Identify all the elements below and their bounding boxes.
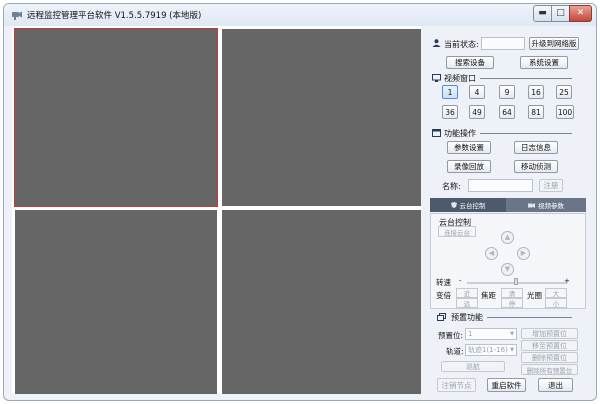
monitor-icon <box>432 74 441 82</box>
preset-title: 预置功能 <box>451 313 483 322</box>
goto-preset-button[interactable]: 移至预置位 <box>521 340 578 351</box>
video-pane-2[interactable] <box>222 29 421 206</box>
ptz-left-button[interactable]: ◀ <box>485 247 498 260</box>
ptz-right-button[interactable]: ▶ <box>517 247 530 260</box>
title-bar: 远程监控管理平台软件 V1.5.5.7919 (本地版) ▬ □ ✕ <box>4 4 596 26</box>
status-field <box>481 37 525 50</box>
shield-icon <box>450 202 457 208</box>
speed-minus: - <box>459 277 462 285</box>
grid-49-button[interactable]: 49 <box>469 105 485 119</box>
logout-node-button[interactable]: 注销节点 <box>437 378 476 392</box>
preset-select[interactable]: 1 ▼ <box>465 328 517 340</box>
maximize-button[interactable]: □ <box>551 5 570 22</box>
add-preset-button[interactable]: 增加预置位 <box>521 328 578 339</box>
grid-100-button[interactable]: 100 <box>556 105 574 119</box>
functions-title: 功能操作 <box>444 129 476 138</box>
exit-button[interactable]: 退出 <box>538 378 573 392</box>
window-title: 远程监控管理平台软件 V1.5.5.7919 (本地版) <box>27 11 202 21</box>
track-select[interactable]: 轨迹1(1-16) ▼ <box>465 344 517 356</box>
main-window: 远程监控管理平台软件 V1.5.5.7919 (本地版) ▬ □ ✕ 当前状态:… <box>3 3 597 401</box>
track-select-value: 轨迹1(1-16) <box>468 346 508 354</box>
chevron-down-icon: ▼ <box>510 331 514 337</box>
focus-clear-button[interactable]: 清 <box>501 288 523 298</box>
track-label: 轨道: <box>446 347 464 356</box>
divider <box>480 78 572 79</box>
ptz-down-button[interactable]: ▼ <box>501 263 514 276</box>
zoom-far-button[interactable]: 远 <box>456 298 478 308</box>
close-button[interactable]: ✕ <box>569 5 592 22</box>
camera-app-icon <box>12 11 22 20</box>
cruise-button[interactable]: 巡航 <box>441 361 505 372</box>
zoom-near-button[interactable]: 近 <box>456 288 478 298</box>
grid-64-button[interactable]: 64 <box>499 105 515 119</box>
close-icon: ✕ <box>576 8 585 18</box>
search-devices-button[interactable]: 搜索设备 <box>446 56 494 69</box>
minimize-icon: ▬ <box>538 8 547 18</box>
speed-label: 转速 <box>436 278 451 287</box>
grid-9-button[interactable]: 9 <box>499 85 515 99</box>
preset-label: 预置位: <box>438 331 464 340</box>
arrow-down-icon: ▼ <box>504 265 511 273</box>
restart-button[interactable]: 重启软件 <box>487 378 526 392</box>
name-label: 名称: <box>442 182 461 191</box>
zoom-label: 变倍 <box>436 291 451 300</box>
iris-big-button[interactable]: 大 <box>545 288 567 298</box>
tab-video-params[interactable]: 视频参数 <box>506 198 586 212</box>
speed-slider-thumb[interactable] <box>514 278 518 285</box>
grid-16-button[interactable]: 16 <box>528 85 544 99</box>
ptz-up-button[interactable]: ▲ <box>501 231 514 244</box>
tab-ptz-label: 云台控制 <box>459 202 486 210</box>
delete-preset-button[interactable]: 删除预置位 <box>521 352 578 363</box>
window-stack-icon <box>437 313 446 321</box>
maximize-icon: □ <box>556 8 565 18</box>
preset-select-value: 1 <box>468 330 473 338</box>
arrow-right-icon: ▶ <box>520 249 527 257</box>
upgrade-button[interactable]: 升级到网络版 <box>529 37 579 50</box>
video-camera-icon <box>528 202 535 208</box>
param-settings-button[interactable]: 参数设置 <box>447 141 491 154</box>
motion-detect-button[interactable]: 移动侦测 <box>514 160 558 173</box>
iris-label: 光圈 <box>527 291 542 300</box>
tab-bar: 云台控制 视频参数 <box>430 198 586 212</box>
connect-ptz-button[interactable]: 连接云台 <box>438 226 476 237</box>
grid-36-button[interactable]: 36 <box>442 105 458 119</box>
divider <box>480 133 572 134</box>
system-settings-button[interactable]: 系统设置 <box>520 56 568 69</box>
speed-plus: + <box>564 277 570 285</box>
video-pane-3[interactable] <box>15 210 217 394</box>
video-window-title: 视频窗口 <box>444 74 476 83</box>
delete-all-presets-button[interactable]: 删除所有预置位 <box>521 364 578 375</box>
name-input[interactable] <box>468 179 533 192</box>
minimize-button[interactable]: ▬ <box>533 5 552 22</box>
window-icon <box>432 129 441 137</box>
playback-button[interactable]: 录像回放 <box>447 160 491 173</box>
divider <box>487 317 572 318</box>
arrow-up-icon: ▲ <box>504 233 511 241</box>
ptz-control-panel: 云台控制 连接云台 ▲ ◀ ▶ ▼ 转速 - + 变倍 近 远 焦距 清 停 光… <box>430 213 586 309</box>
arrow-left-icon: ◀ <box>488 249 495 257</box>
chevron-down-icon: ▼ <box>510 347 514 353</box>
user-icon <box>432 39 441 47</box>
video-pane-4[interactable] <box>222 210 421 394</box>
log-info-button[interactable]: 日志信息 <box>514 141 558 154</box>
grid-25-button[interactable]: 25 <box>556 85 572 99</box>
control-panel: 当前状态: 升级到网络版 搜索设备 系统设置 视频窗口 1 4 9 16 25 … <box>428 26 592 398</box>
tab-video-params-label: 视频参数 <box>538 202 564 210</box>
register-button[interactable]: 注册 <box>539 179 563 192</box>
tab-ptz-control[interactable]: 云台控制 <box>430 198 506 212</box>
status-label: 当前状态: <box>444 40 479 49</box>
grid-1-button[interactable]: 1 <box>442 85 458 99</box>
focus-label: 焦距 <box>481 291 496 300</box>
iris-small-button[interactable]: 小 <box>545 298 567 308</box>
focus-stop-button[interactable]: 停 <box>501 298 523 308</box>
video-pane-1[interactable] <box>14 28 218 207</box>
grid-81-button[interactable]: 81 <box>528 105 544 119</box>
video-grid <box>12 26 421 394</box>
grid-4-button[interactable]: 4 <box>469 85 485 99</box>
